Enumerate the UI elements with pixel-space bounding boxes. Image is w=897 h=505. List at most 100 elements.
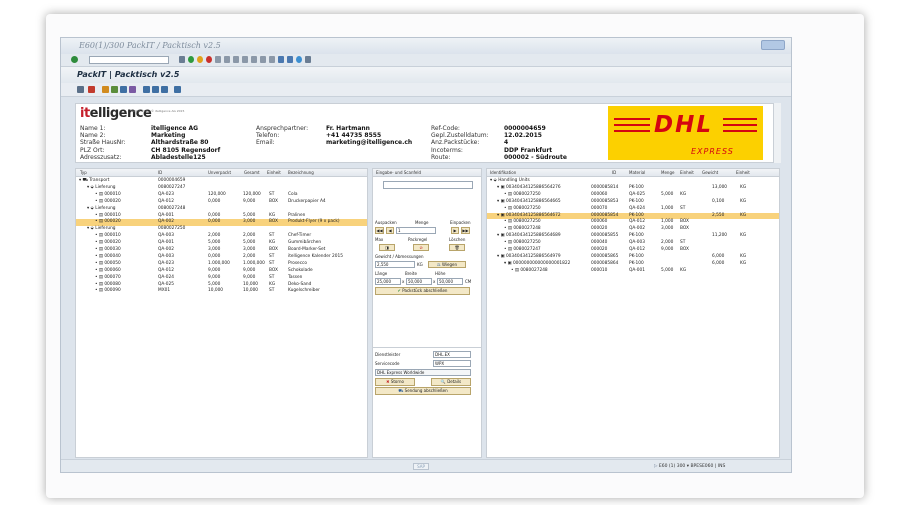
packstueck-abschliessen-button[interactable]: ✔ Packstück abschließen: [375, 287, 470, 295]
window-controls[interactable]: [761, 40, 785, 50]
delete-button[interactable]: 🗑: [449, 244, 465, 251]
table-row[interactable]: • ▤ 000070 QA-024 9,000 9,000 ST Tassen: [76, 275, 367, 282]
table-row[interactable]: • ▤ 0080027248 000010 QA-001 5,000 KG: [487, 268, 779, 275]
table-row[interactable]: • ▤ 000020 QA-001 5,000 5,000 KG Gummibärchen: [76, 240, 367, 247]
header-left-values: itelligence AG Marketing Althardstraße 8…: [151, 125, 221, 161]
sendung-abschliessen-button[interactable]: ⛟ Sendung abschließen: [375, 387, 471, 395]
list-icon[interactable]: [161, 86, 168, 93]
shortcut-icon[interactable]: [287, 56, 293, 63]
hoehe-input[interactable]: 50,000: [437, 278, 463, 285]
table-row[interactable]: • ▤ 0080027250 000060 QA-025 5,000 KG: [487, 192, 779, 199]
check-icon[interactable]: [71, 56, 78, 63]
cell-einheit: ST: [269, 253, 275, 259]
col-identifikation[interactable]: Identifikation: [490, 170, 516, 175]
col-bezeichnung[interactable]: Bezeichnung: [288, 170, 314, 175]
max-button[interactable]: ◨: [379, 244, 395, 251]
table-row[interactable]: • ▤ 000090 MX01 10,000 10,000 ST Kugelschreib…: [76, 288, 367, 295]
table-row[interactable]: • ▤ 000020 QA-012 0,000 9,000 BOX Druckerpapi…: [76, 199, 367, 206]
command-field[interactable]: [89, 56, 169, 64]
service-description: DHL Express Worldwide: [375, 369, 471, 376]
new-session-icon[interactable]: [278, 56, 284, 63]
col-gewicht[interactable]: Gewicht: [702, 170, 718, 175]
table-row[interactable]: ▾ ⬙ Handling Units: [487, 178, 779, 185]
cell-einheit: BOX: [269, 247, 278, 252]
dhl-express-logo: DHL EXPRESS: [608, 106, 763, 160]
pack-icon[interactable]: [102, 86, 109, 93]
col-material[interactable]: Material: [629, 170, 645, 175]
last-page-icon[interactable]: [269, 56, 275, 63]
unpack-all-button[interactable]: ◀◀: [375, 227, 384, 234]
header-scrollbar[interactable]: [773, 103, 781, 163]
col-einheit[interactable]: Einheit: [267, 170, 281, 175]
table-row[interactable]: • ▤ 0080027247 000020 QA-012 9,000 BOX: [487, 247, 779, 254]
col-gesamt[interactable]: Gesamt: [244, 170, 260, 175]
table-row[interactable]: ▾ ▣ 00340434125886564276 0000085814 PK-100…: [487, 185, 779, 192]
pack-one-button[interactable]: ▶: [451, 227, 459, 234]
table-row[interactable]: • ▤ 000020 QA-002 0,000 3,000 BOX Produkt-Fly…: [76, 219, 367, 227]
cell-typ: ▾ ⛟ Transport: [79, 178, 110, 183]
filter-icon[interactable]: [120, 86, 127, 93]
find-icon[interactable]: [224, 56, 230, 63]
table-row[interactable]: • ▤ 000040 QA-003 0,000 2,000 ST itelligence …: [76, 254, 367, 261]
col-hu-id[interactable]: ID: [612, 170, 616, 175]
export-icon[interactable]: [174, 86, 181, 93]
grid-icon[interactable]: [152, 86, 159, 93]
scan-input[interactable]: [383, 181, 473, 189]
prev-page-icon[interactable]: [251, 56, 257, 63]
table-row[interactable]: ▾ ▣ 00340434125886564979 0000085865 PK-100…: [487, 254, 779, 261]
menge-input[interactable]: 1: [396, 227, 436, 234]
cell-bezeichnung: itelligence Kalender 2015: [288, 253, 343, 259]
cell-id: QA-012: [158, 267, 174, 273]
col-typ[interactable]: Typ: [80, 170, 87, 175]
unpack-one-button[interactable]: ◀: [386, 227, 394, 234]
table-row[interactable]: • ▤ 000050 QA-023 1.000,000 1.000,000 ST Pros…: [76, 261, 367, 268]
breite-input[interactable]: 50,000: [406, 278, 432, 285]
first-page-icon[interactable]: [242, 56, 248, 63]
table-row[interactable]: • ▤ 000030 QA-002 3,000 3,000 BOX Board-Marke…: [76, 247, 367, 254]
print-icon[interactable]: [215, 56, 221, 63]
table-row[interactable]: ▾ ⬙ Lieferung 0080027248: [76, 206, 367, 213]
layout-icon[interactable]: [305, 56, 311, 63]
cell-gewicht-einheit: KG: [740, 260, 747, 266]
col-menge[interactable]: Menge: [661, 170, 674, 175]
details-button[interactable]: 🔍 Details: [431, 378, 471, 386]
col-einheit-gewicht[interactable]: Einheit: [736, 170, 750, 175]
pack-all-button[interactable]: ▶▶: [461, 227, 470, 234]
display-icon[interactable]: [77, 86, 84, 93]
dienstleister-input[interactable]: DHL.EX: [433, 351, 471, 358]
storno-button[interactable]: ✖ Storno: [375, 378, 415, 386]
col-einheit-menge[interactable]: Einheit: [680, 170, 694, 175]
unpack-icon[interactable]: [111, 86, 118, 93]
wiegen-button[interactable]: ⚖ Wiegen: [428, 261, 466, 268]
laenge-input[interactable]: 25,000: [375, 278, 401, 285]
cell-identifikation: ▾ ▣ 000000000000000001822: [504, 260, 571, 266]
col-unverpackt[interactable]: Unverpackt: [208, 170, 231, 175]
cancel-icon[interactable]: [206, 56, 212, 63]
help-icon[interactable]: [296, 56, 302, 63]
settings-icon[interactable]: [129, 86, 136, 93]
table-row[interactable]: • ▤ 0080027250 000070 QA-024 1,000 ST: [487, 206, 779, 213]
table-row[interactable]: • ▤ 000010 QA-023 120,000 120,000 ST Cola: [76, 192, 367, 199]
breite-label: Breite: [405, 271, 417, 276]
table-row[interactable]: ▾ ▣ 00340434125886564665 0000085853 PK-100…: [487, 199, 779, 206]
cell-typ: • ▤ 000020: [95, 240, 121, 246]
find-next-icon[interactable]: [233, 56, 239, 63]
col-id[interactable]: ID: [158, 170, 162, 175]
servicecode-input[interactable]: WPX: [433, 360, 471, 367]
packregel-button[interactable]: ⊘: [413, 244, 429, 251]
cell-id: 0080027247: [158, 184, 186, 190]
table-row[interactable]: • ▤ 0080027250 000040 QA-003 2,000 ST: [487, 240, 779, 247]
gewicht-input[interactable]: 2,550: [375, 261, 415, 268]
table-row[interactable]: • ▤ 000060 QA-012 9,000 9,000 BOX Schokolade: [76, 268, 367, 275]
table-row[interactable]: ▾ ▣ 000000000000000001822 0000085864 PK-10…: [487, 261, 779, 268]
exit-icon[interactable]: [197, 56, 203, 63]
table-row[interactable]: ▾ ⬙ Lieferung 0080027247: [76, 185, 367, 192]
auspacken-label: Auspacken: [375, 220, 397, 225]
back-icon[interactable]: [188, 56, 194, 63]
table-row[interactable]: ▾ ⛟ Transport 0000004659: [76, 178, 367, 185]
table-icon[interactable]: [143, 86, 150, 93]
refresh-icon[interactable]: [88, 86, 95, 93]
save-icon[interactable]: [179, 56, 185, 63]
next-page-icon[interactable]: [260, 56, 266, 63]
sap-window: E60(1)/300 PackIT / Packtisch v2.5 PackI…: [60, 37, 792, 473]
